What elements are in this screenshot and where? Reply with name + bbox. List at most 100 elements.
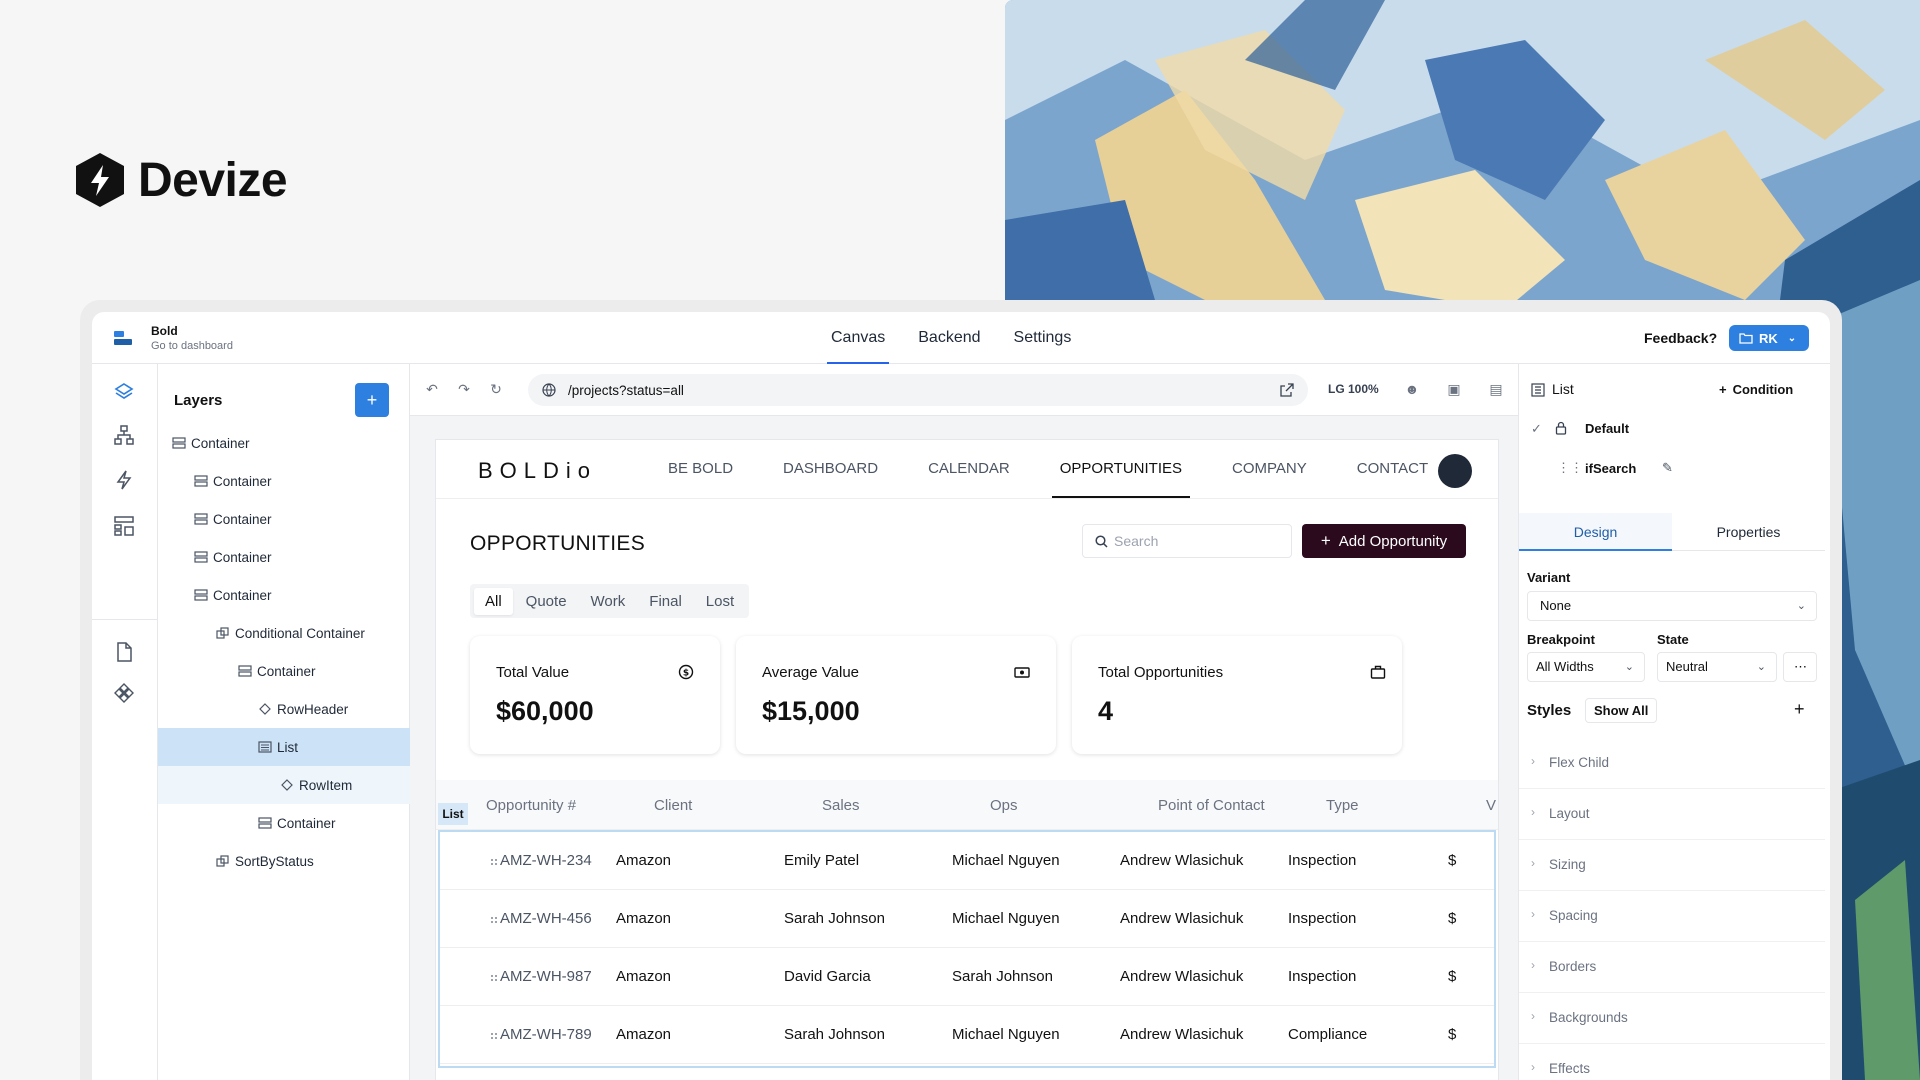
cash-icon bbox=[1014, 667, 1030, 678]
col-sales[interactable]: Sales bbox=[822, 797, 860, 814]
add-style-plus-icon[interactable]: + bbox=[1794, 699, 1805, 720]
nav-calendar[interactable]: CALENDAR bbox=[920, 440, 1018, 498]
filter-final[interactable]: Final bbox=[638, 588, 693, 615]
drag-handle-icon[interactable] bbox=[490, 1032, 498, 1040]
col-ops[interactable]: Ops bbox=[990, 797, 1018, 814]
style-section[interactable]: › Sizing bbox=[1519, 840, 1825, 891]
table-row[interactable]: AMZ-WH-789 Amazon Sarah Johnson Michael Ngu… bbox=[440, 1006, 1494, 1064]
breakpoint-zoom[interactable]: LG 100% bbox=[1328, 382, 1379, 396]
style-section[interactable]: › Layout bbox=[1519, 789, 1825, 840]
condition-ifsearch[interactable]: ⋮⋮ ifSearch ✎ bbox=[1519, 448, 1825, 488]
user-menu-button[interactable]: RK ⌄ bbox=[1729, 325, 1809, 351]
layer-item[interactable]: RowHeader bbox=[158, 690, 410, 728]
user-preview-icon[interactable]: ☻ bbox=[1404, 381, 1420, 397]
layers-panel: Layers + Container Container Container Cont… bbox=[158, 364, 410, 1080]
feedback-link[interactable]: Feedback? bbox=[1644, 330, 1717, 346]
tab-design[interactable]: Design bbox=[1519, 513, 1672, 551]
table-row[interactable]: AMZ-WH-456 Amazon Sarah Johnson Michael Ngu… bbox=[440, 890, 1494, 948]
layer-item[interactable]: Container bbox=[158, 804, 410, 842]
panel-toggle-icon[interactable]: ▤ bbox=[1488, 381, 1504, 397]
fullscreen-icon[interactable]: ▣ bbox=[1446, 381, 1462, 397]
style-section[interactable]: › Backgrounds bbox=[1519, 993, 1825, 1044]
undo-icon[interactable]: ↶ bbox=[424, 381, 440, 397]
components-icon[interactable] bbox=[113, 682, 135, 704]
more-options-button[interactable]: ⋯ bbox=[1783, 652, 1817, 682]
add-layer-button[interactable]: + bbox=[355, 383, 389, 417]
cell-ops: Michael Nguyen bbox=[952, 1026, 1060, 1043]
col-opportunity[interactable]: Opportunity # bbox=[486, 797, 576, 814]
layer-item[interactable]: SortByStatus bbox=[158, 842, 410, 880]
filter-work[interactable]: Work bbox=[580, 588, 637, 615]
col-type[interactable]: Type bbox=[1326, 797, 1359, 814]
style-section[interactable]: › Spacing bbox=[1519, 891, 1825, 942]
condition-default[interactable]: ✓ Default bbox=[1519, 408, 1825, 448]
breakpoint-value: All Widths bbox=[1536, 659, 1594, 674]
add-condition-button[interactable]: + Condition bbox=[1719, 382, 1793, 397]
col-client[interactable]: Client bbox=[654, 797, 692, 814]
go-to-dashboard-link[interactable]: Go to dashboard bbox=[151, 340, 233, 352]
chevron-right-icon: › bbox=[1531, 958, 1535, 972]
layer-item[interactable]: Conditional Container bbox=[158, 614, 410, 652]
nav-dashboard[interactable]: DASHBOARD bbox=[775, 440, 886, 498]
tab-backend[interactable]: Backend bbox=[914, 312, 984, 364]
filter-lost[interactable]: Lost bbox=[695, 588, 745, 615]
site-logo[interactable]: BOLDio bbox=[478, 458, 597, 484]
drag-handle-icon[interactable] bbox=[490, 858, 498, 866]
layer-item[interactable]: List bbox=[158, 728, 410, 766]
layer-label: Container bbox=[213, 473, 272, 489]
col-point-of-contact[interactable]: Point of Contact bbox=[1158, 797, 1265, 814]
project-icon[interactable] bbox=[114, 331, 132, 345]
page-icon[interactable] bbox=[113, 641, 135, 663]
nav-opportunities[interactable]: OPPORTUNITIES bbox=[1051, 440, 1191, 498]
drag-handle-icon[interactable] bbox=[490, 916, 498, 924]
url-input[interactable]: /projects?status=all bbox=[528, 374, 1308, 406]
nav-be-bold[interactable]: BE BOLD bbox=[660, 440, 741, 498]
tab-canvas[interactable]: Canvas bbox=[827, 312, 890, 364]
style-section[interactable]: › Effects bbox=[1519, 1044, 1825, 1080]
drag-handle-icon[interactable]: ⋮⋮ bbox=[1557, 460, 1583, 476]
layer-item[interactable]: Container bbox=[158, 538, 410, 576]
layers-icon[interactable] bbox=[113, 381, 135, 403]
layer-item[interactable]: Container bbox=[158, 652, 410, 690]
cell-value: $ bbox=[1448, 910, 1457, 927]
schema-icon[interactable] bbox=[113, 515, 135, 537]
show-all-button[interactable]: Show All bbox=[1585, 698, 1658, 723]
variant-select[interactable]: None ⌄ bbox=[1527, 591, 1817, 621]
tab-properties[interactable]: Properties bbox=[1672, 513, 1825, 551]
add-opportunity-button[interactable]: + Add Opportunity bbox=[1302, 524, 1466, 558]
cell-id: AMZ-WH-789 bbox=[500, 1026, 592, 1043]
redo-icon[interactable]: ↷ bbox=[456, 381, 472, 397]
tab-settings[interactable]: Settings bbox=[1010, 312, 1076, 364]
layer-item[interactable]: Container bbox=[158, 576, 410, 614]
cell-ops: Michael Nguyen bbox=[952, 910, 1060, 927]
style-section[interactable]: › Borders bbox=[1519, 942, 1825, 993]
avatar[interactable] bbox=[1438, 454, 1472, 488]
search-input[interactable]: Search bbox=[1082, 524, 1292, 558]
container-icon bbox=[258, 817, 272, 829]
style-section[interactable]: › Flex Child bbox=[1519, 738, 1825, 789]
drag-handle-icon[interactable] bbox=[490, 974, 498, 982]
layer-item[interactable]: RowItem bbox=[158, 766, 410, 804]
breakpoint-select[interactable]: All Widths ⌄ bbox=[1527, 652, 1645, 682]
layer-item[interactable]: Container bbox=[158, 462, 410, 500]
bolt-icon[interactable] bbox=[113, 469, 135, 491]
sitemap-icon[interactable] bbox=[113, 424, 135, 446]
col-value[interactable]: V bbox=[1486, 797, 1496, 814]
table-row[interactable]: AMZ-WH-987 Amazon David Garcia Sarah Johnso… bbox=[440, 948, 1494, 1006]
nav-company[interactable]: COMPANY bbox=[1224, 440, 1315, 498]
stat-value: $60,000 bbox=[496, 696, 594, 726]
external-link-icon[interactable] bbox=[1280, 383, 1294, 397]
table-row[interactable]: AMZ-WH-234 Amazon Emily Patel Michael Nguye… bbox=[440, 832, 1494, 890]
editor-nav: Canvas Backend Settings bbox=[827, 312, 1075, 364]
filter-quote[interactable]: Quote bbox=[515, 588, 578, 615]
pencil-icon[interactable]: ✎ bbox=[1662, 460, 1673, 476]
layer-item[interactable]: Container bbox=[158, 500, 410, 538]
top-bar: Bold Go to dashboard Canvas Backend Sett… bbox=[92, 312, 1830, 364]
nav-contact[interactable]: CONTACT bbox=[1349, 440, 1436, 498]
cell-value: $ bbox=[1448, 852, 1457, 869]
refresh-icon[interactable]: ↻ bbox=[488, 381, 504, 397]
state-select[interactable]: Neutral ⌄ bbox=[1657, 652, 1777, 682]
briefcase-icon bbox=[1370, 665, 1386, 679]
filter-all[interactable]: All bbox=[474, 587, 513, 615]
layer-item[interactable]: Container bbox=[158, 424, 410, 462]
